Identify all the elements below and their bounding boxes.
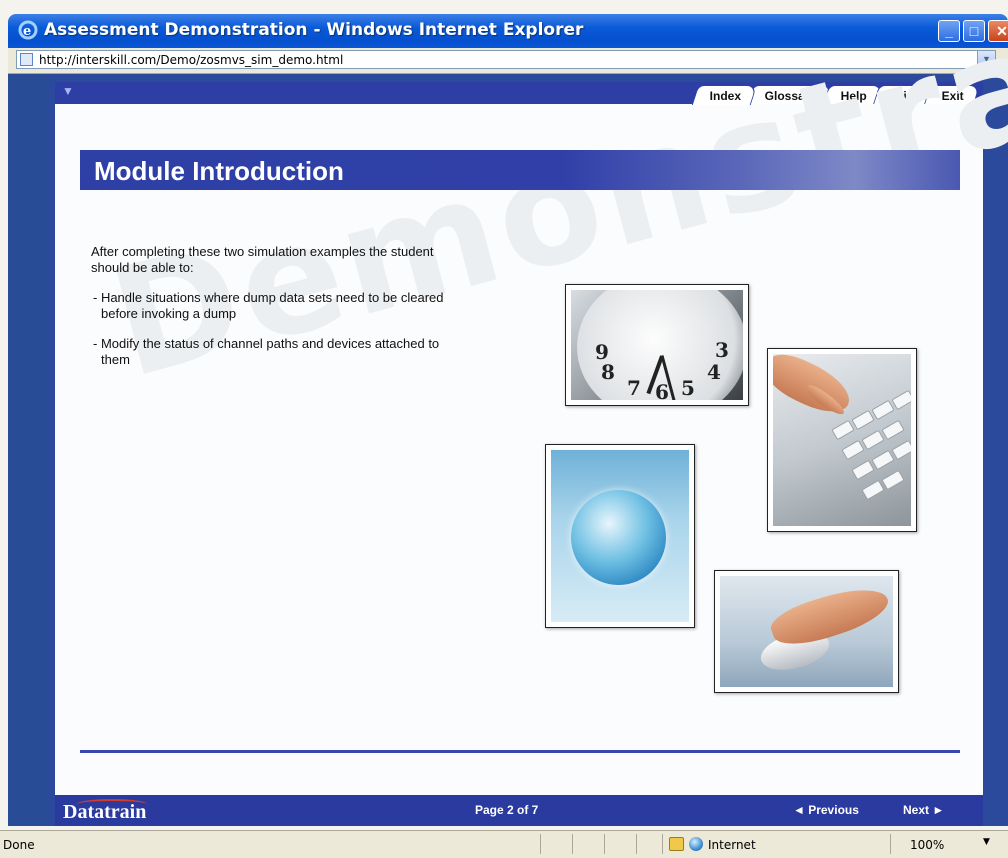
content-divider (80, 750, 960, 753)
intro-text: After completing these two simulation ex… (91, 244, 451, 382)
security-zone[interactable]: Internet (708, 838, 756, 852)
mouse-image (714, 570, 899, 693)
status-divider (540, 834, 541, 854)
app-body: Demonstration Module Introduction After … (55, 0, 1008, 795)
status-divider (890, 834, 891, 854)
module-title: Module Introduction (94, 156, 344, 186)
ie-logo-icon: e (18, 20, 38, 40)
frame-left-edge (8, 74, 48, 826)
previous-button[interactable]: ◄ Previous (793, 803, 859, 817)
objective-item: - Modify the status of channel paths and… (93, 336, 440, 367)
status-divider (662, 834, 663, 854)
status-divider (604, 834, 605, 854)
next-button[interactable]: Next ► (903, 803, 944, 817)
page-indicator: Page 2 of 7 (475, 803, 539, 817)
chevron-down-icon[interactable]: ▼ (983, 837, 990, 847)
keyboard-image (767, 348, 917, 532)
tab-index[interactable]: Index (691, 85, 758, 105)
window-title: Assessment Demonstration - Windows Inter… (44, 20, 584, 40)
svg-text:e: e (23, 24, 31, 39)
status-divider (636, 834, 637, 854)
clock-image: 9 8 7 6 5 4 3 (565, 284, 749, 406)
internet-zone-icon (689, 837, 703, 851)
zoom-level[interactable]: 100% (910, 838, 944, 852)
status-text: Done (3, 838, 35, 852)
menu-arrow-icon[interactable]: ▼ (62, 84, 74, 98)
status-divider (572, 834, 573, 854)
browser-content: ▼ Index Glossary Help Print Exit Demonst… (8, 0, 1008, 826)
brand-logo: Datatrain (63, 801, 147, 823)
module-header: Module Introduction (80, 150, 960, 190)
protected-mode-icon[interactable] (669, 837, 684, 851)
app-footer: Datatrain Page 2 of 7 ◄ Previous Next ► (55, 795, 983, 826)
url-text: http://interskill.com/Demo/zosmvs_sim_de… (39, 53, 344, 67)
intro-paragraph: After completing these two simulation ex… (91, 244, 434, 275)
status-bar: Done Internet 100% ▼ (0, 830, 1008, 858)
globe-image (545, 444, 695, 628)
objective-item: - Handle situations where dump data sets… (93, 290, 444, 321)
page-icon (20, 53, 33, 66)
